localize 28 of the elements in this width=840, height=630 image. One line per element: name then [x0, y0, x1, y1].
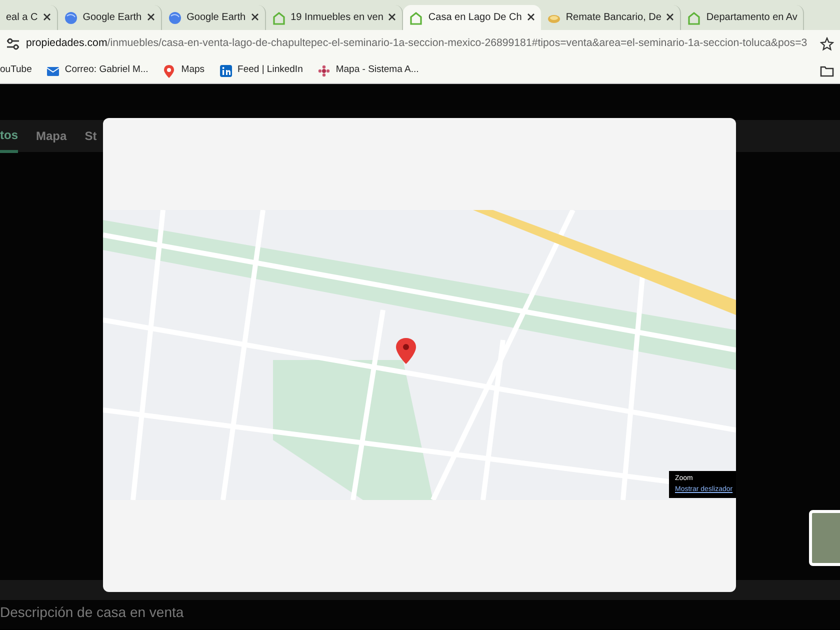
site-settings-icon[interactable]: [6, 38, 20, 50]
section-heading: Descripción de casa en venta: [0, 603, 184, 622]
close-icon[interactable]: [526, 12, 535, 23]
satellite-thumbnail[interactable]: [809, 510, 840, 566]
map-pin-icon: [162, 64, 176, 78]
close-icon[interactable]: [42, 12, 51, 23]
browser-tab[interactable]: Casa en Lago De Ch: [403, 5, 541, 30]
house-icon: [272, 10, 286, 24]
bookmark-star-icon[interactable]: [820, 37, 834, 51]
close-icon[interactable]: [388, 12, 396, 23]
page-tab[interactable]: Mapa: [36, 121, 67, 151]
close-icon[interactable]: [146, 12, 155, 23]
close-icon[interactable]: [250, 12, 259, 23]
linkedin-icon: [218, 64, 233, 78]
bookmark-link[interactable]: Maps: [162, 63, 205, 78]
flower-icon: [316, 64, 331, 78]
globe-icon: [168, 10, 182, 24]
folder-icon[interactable]: [820, 64, 834, 76]
close-icon[interactable]: [666, 12, 674, 23]
house-icon: [687, 10, 702, 24]
page-tab[interactable]: tos: [0, 120, 18, 152]
house-icon: [409, 10, 424, 24]
bookmark-link[interactable]: Mapa - Sistema A...: [316, 63, 419, 78]
globe-icon: [64, 10, 78, 24]
bookmark-link[interactable]: ouTube: [0, 63, 32, 78]
bookmark-link[interactable]: Feed | LinkedIn: [218, 63, 303, 78]
bookmark-link[interactable]: Correo: Gabriel M...: [46, 63, 148, 78]
page-tab[interactable]: St: [84, 121, 97, 151]
